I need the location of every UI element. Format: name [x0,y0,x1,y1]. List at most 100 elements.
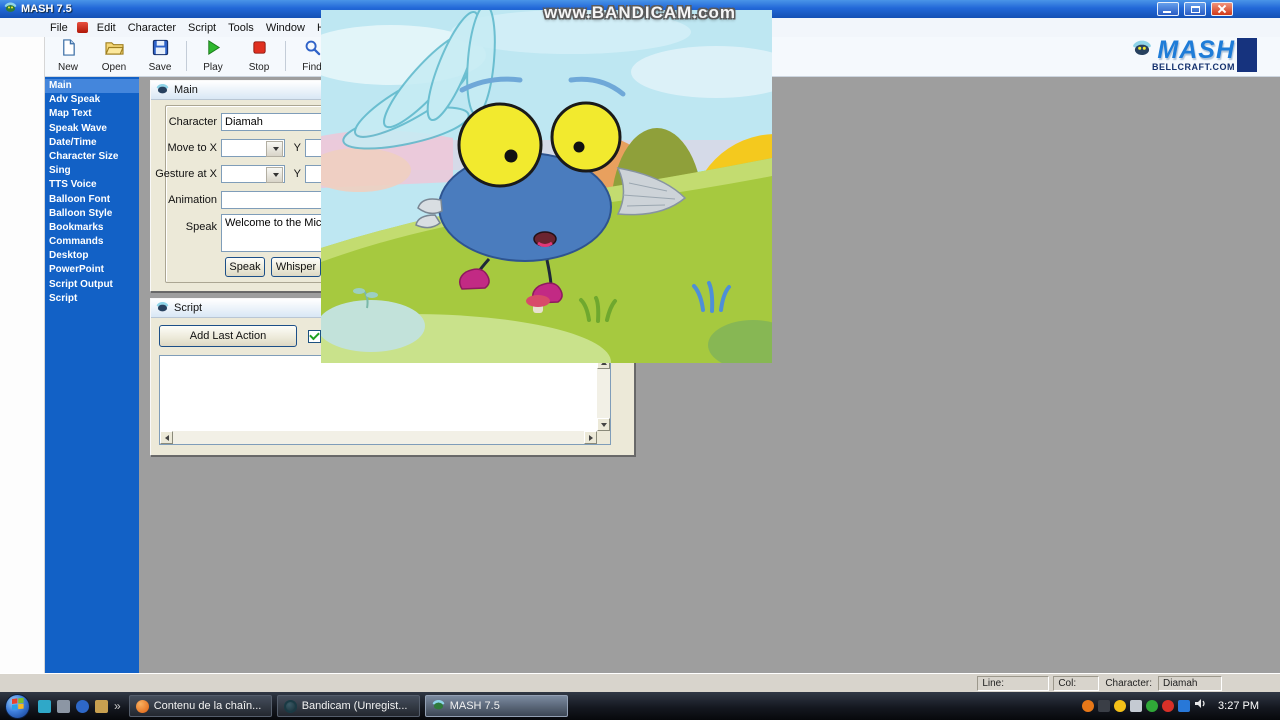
quick-launch-icon-1[interactable] [38,699,51,713]
play-button[interactable]: Play [190,37,236,75]
gesture-at-x-dropdown[interactable] [221,165,285,183]
quick-launch-overflow-chevron[interactable]: » [114,700,121,712]
main-panel-title: Main [174,84,198,96]
scrollbar-corner [597,431,610,444]
move-to-x-dropdown[interactable] [221,139,285,157]
sidebar-nav: Main Adv Speak Map Text Speak Wave Date/… [45,77,139,673]
open-button-label: Open [101,62,127,73]
screen: MASH 7.5 File Edit Character Script Tool… [0,0,1280,720]
sidebar-item-script[interactable]: Script [45,292,139,306]
status-line-label: Line: [982,677,1004,689]
sidebar-item-powerpoint[interactable]: PowerPoint [45,263,139,277]
script-panel-title: Script [174,302,203,314]
sidebar-item-main[interactable]: Main [45,79,139,94]
folder-quick-launch-icon[interactable] [95,699,108,713]
tray-icon-yellow[interactable] [1114,700,1127,712]
taskbar-button-browser-label: Contenu de la chaîn... [153,700,262,712]
horizontal-scrollbar[interactable] [160,431,597,444]
stop-button-label: Stop [248,62,270,73]
move-to-x-label: Move to X [167,142,217,154]
stop-button[interactable]: Stop [236,37,282,75]
sidebar-item-balloon-font[interactable]: Balloon Font [45,193,139,207]
status-line-cell: Line: [977,675,1050,691]
status-col-cell: Col: [1053,675,1100,691]
find-magnifier-icon [304,39,321,61]
status-character-label: Character: [1105,677,1152,689]
tray-icon-dark[interactable] [1098,700,1111,712]
mash-logo: MASH BELLCRAFT.COM [1132,38,1235,72]
character-label: Character [168,116,217,128]
logo-fly-icon [1132,39,1152,61]
tray-icon-red[interactable] [1162,700,1175,712]
animation-label: Animation [168,194,217,206]
tray-icon-orange[interactable] [1082,700,1095,712]
status-character-value: Diamah [1163,677,1198,689]
toolbar-separator [186,41,187,71]
sidebar-item-balloon-style[interactable]: Balloon Style [45,207,139,221]
whisper-button[interactable]: Whisper [271,257,321,277]
taskbar-button-bandicam-label: Bandicam (Unregist... [301,700,408,712]
scroll-down-button[interactable] [597,418,610,431]
sidebar-item-desktop[interactable]: Desktop [45,249,139,263]
script-textarea[interactable] [159,355,611,445]
status-character-cell: Diamah [1158,675,1222,691]
status-col-label: Col: [1058,677,1077,689]
scroll-right-button[interactable] [584,431,597,444]
find-button-label: Find [302,62,322,73]
speak-button[interactable]: Speak [225,257,265,277]
open-button[interactable]: Open [91,37,137,75]
sidebar-item-script-output[interactable]: Script Output [45,278,139,292]
taskbar: » Contenu de la chaîn... Bandicam (Unreg… [0,692,1280,720]
sidebar-item-bookmarks[interactable]: Bookmarks [45,221,139,235]
save-button-label: Save [148,62,172,73]
quick-launch-icon-2[interactable] [57,699,70,713]
system-tray [1082,697,1207,715]
sidebar-item-commands[interactable]: Commands [45,235,139,249]
new-button[interactable]: New [45,37,91,75]
agent-character-animation [321,10,772,363]
quick-launch-bar: » [38,699,121,713]
bandicam-icon [283,699,297,713]
internet-explorer-icon[interactable] [76,699,89,713]
scroll-left-button[interactable] [160,431,173,444]
windows-flag-icon [11,697,24,715]
save-button[interactable]: Save [137,37,183,75]
play-button-label: Play [203,62,223,73]
volume-icon[interactable] [1194,697,1207,715]
play-icon [205,39,222,61]
taskbar-button-browser[interactable]: Contenu de la chaîn... [128,695,272,717]
save-floppy-icon [152,39,169,61]
bandicam-watermark: www.BANDICAM.com [544,3,736,22]
tray-icon-blue[interactable] [1178,700,1191,712]
mash-fly-icon [432,699,445,713]
script-option-checkbox[interactable] [308,330,321,343]
fly-icon [156,301,169,315]
taskbar-button-mash[interactable]: MASH 7.5 [424,695,568,717]
fly-icon [156,83,169,97]
speak-label: Speak [185,221,217,233]
logo-site-text: BELLCRAFT.COM [1152,62,1235,72]
left-margin-panel [0,37,45,673]
sidebar-item-date-time[interactable]: Date/Time [45,136,139,150]
logo-blue-block [1237,38,1257,72]
move-to-y-label: Y [293,142,301,154]
taskbar-button-bandicam[interactable]: Bandicam (Unregist... [276,695,420,717]
sidebar-item-tts-voice[interactable]: TTS Voice [45,178,139,192]
tray-icon-green[interactable] [1146,700,1159,712]
toolbar-separator [285,41,286,71]
open-folder-icon [104,39,124,61]
sidebar-item-map-text[interactable]: Map Text [45,107,139,121]
sidebar-item-speak-wave[interactable]: Speak Wave [45,122,139,136]
taskbar-clock[interactable]: 3:27 PM [1218,700,1259,712]
vertical-scrollbar[interactable] [597,356,610,431]
new-document-icon [60,39,77,61]
new-button-label: New [57,62,78,73]
add-last-action-button[interactable]: Add Last Action [159,325,297,347]
browser-icon [135,699,149,713]
start-button[interactable] [5,693,30,719]
sidebar-item-sing[interactable]: Sing [45,164,139,178]
sidebar-item-character-size[interactable]: Character Size [45,150,139,164]
tray-icon-gray[interactable] [1130,700,1143,712]
sidebar-item-adv-speak[interactable]: Adv Speak [45,93,139,107]
taskbar-button-mash-label: MASH 7.5 [449,700,500,712]
